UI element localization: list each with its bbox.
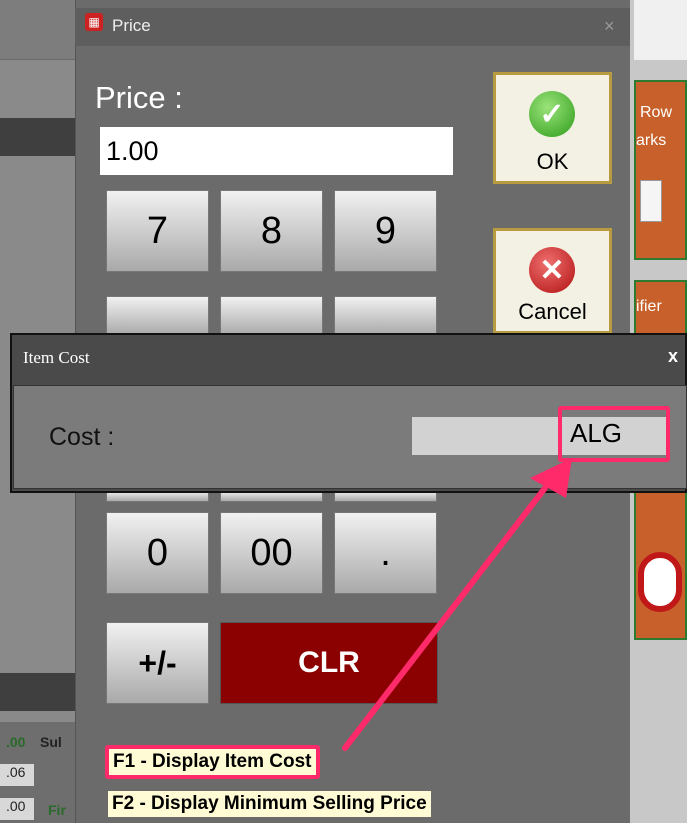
arrow-head	[530, 458, 572, 498]
arrow-line	[342, 485, 548, 751]
annotation-arrow	[342, 458, 572, 751]
